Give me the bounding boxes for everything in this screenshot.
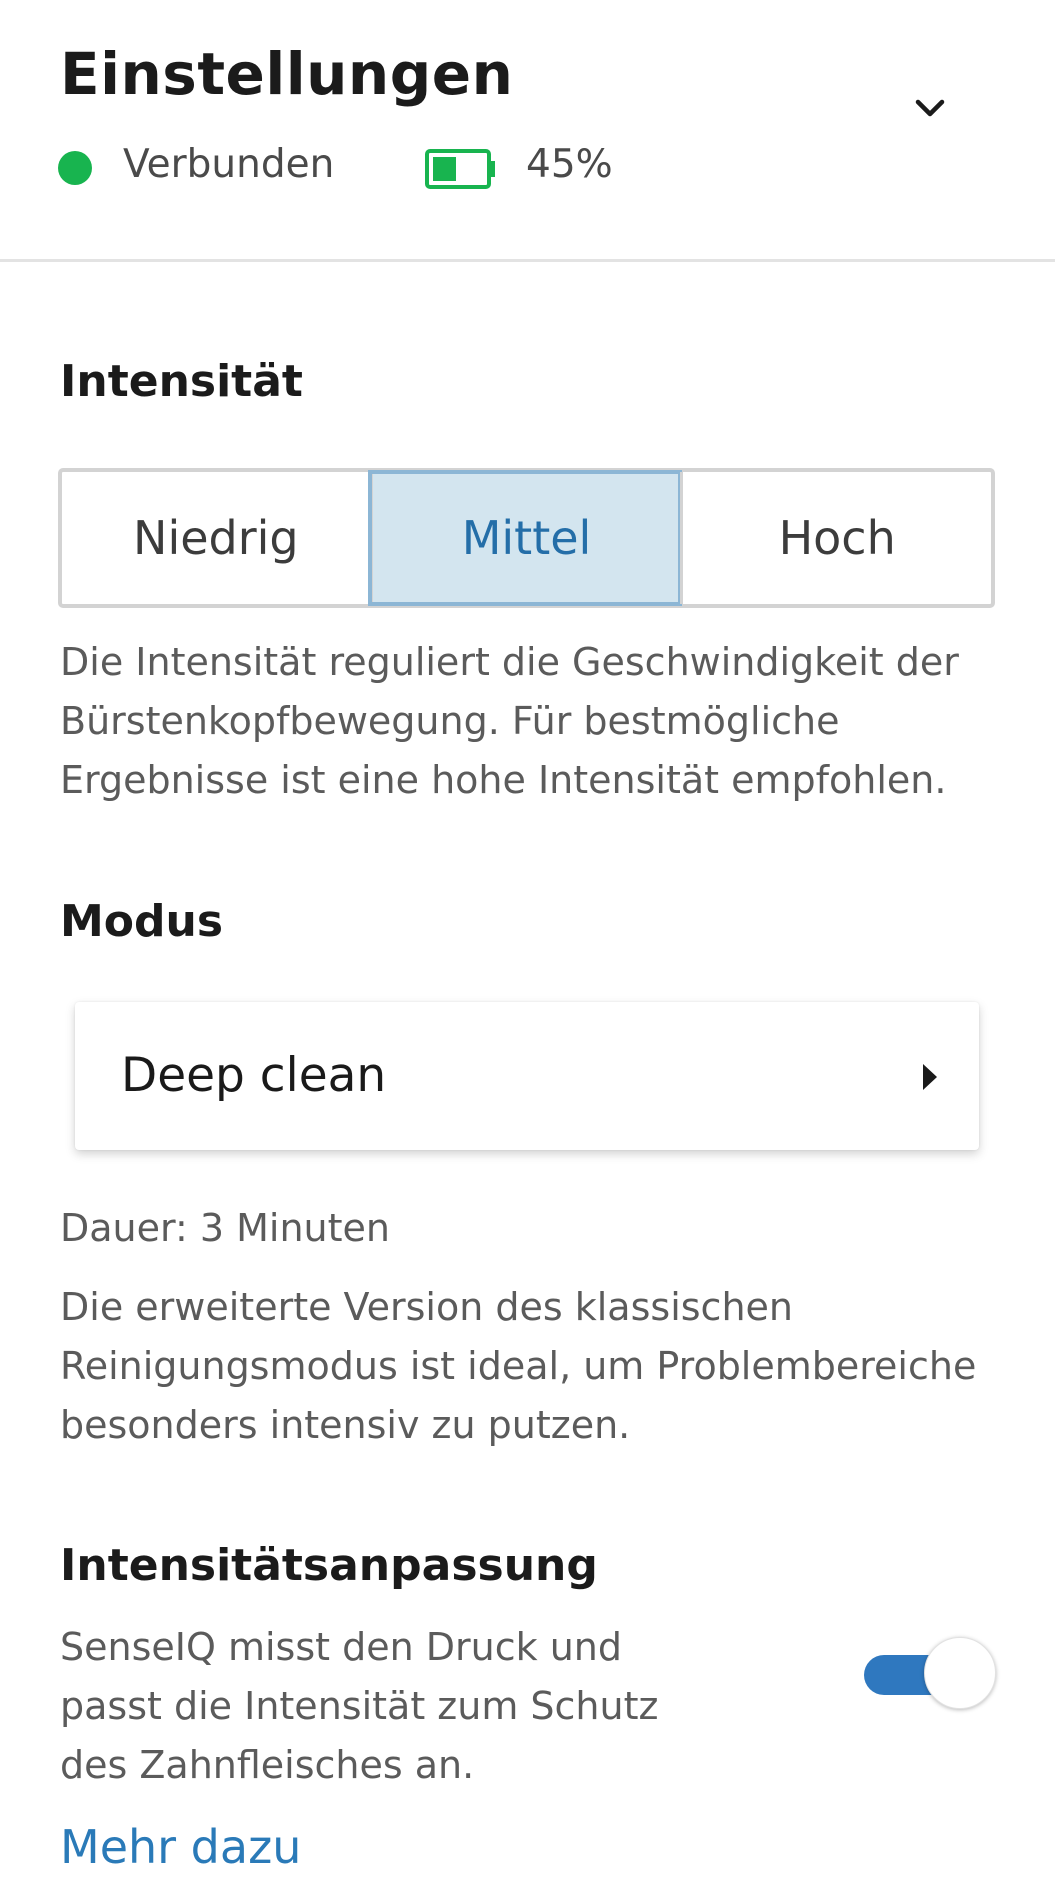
intensity-section-title: Intensität (60, 356, 303, 407)
intensity-option-medium[interactable]: Mittel (367, 470, 683, 606)
settings-screen: Einstellungen Verbunden 45% Intensität N… (0, 0, 1055, 1894)
intensity-description: Die Intensität reguliert die Geschwindig… (60, 640, 959, 802)
more-info-link[interactable]: Mehr dazu (60, 1820, 301, 1874)
mode-duration: Dauer: 3 Minuten (60, 1206, 390, 1250)
intensity-adjustment-toggle[interactable] (864, 1637, 996, 1709)
intensity-segmented-control: Niedrig Mittel Hoch (58, 468, 995, 608)
selected-mode-label: Deep clean (121, 1048, 387, 1103)
intensity-option-low[interactable]: Niedrig (62, 472, 370, 604)
adjustment-section-title: Intensitätsanpassung (60, 1540, 598, 1591)
page-title: Einstellungen (60, 40, 514, 108)
battery-icon (425, 149, 495, 189)
header: Einstellungen Verbunden 45% (0, 0, 1055, 262)
chevron-down-icon[interactable] (910, 88, 950, 128)
caret-right-icon (923, 1064, 937, 1090)
connection-status-dot (58, 151, 92, 185)
battery-percentage: 45% (526, 142, 613, 187)
intensity-option-high[interactable]: Hoch (680, 472, 991, 604)
adjustment-description: SenseIQ misst den Druck und passt die In… (60, 1625, 659, 1787)
mode-section-title: Modus (60, 896, 224, 947)
connection-status-label: Verbunden (123, 142, 335, 187)
mode-selector-card[interactable]: Deep clean (75, 1002, 979, 1150)
toggle-knob (924, 1637, 996, 1709)
mode-description: Die erweiterte Version des klassischen R… (60, 1285, 977, 1447)
